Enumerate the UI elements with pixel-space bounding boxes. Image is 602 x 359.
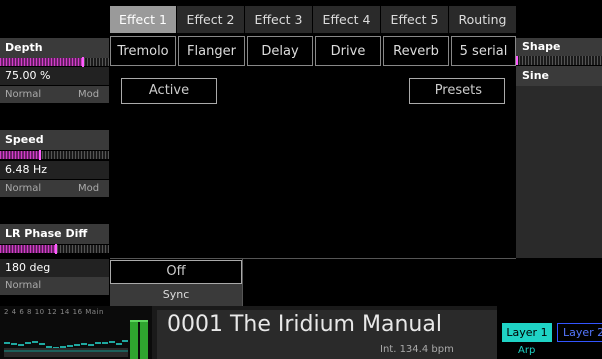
depth-mode[interactable]: Normal Mod	[0, 86, 109, 103]
speed-mode-mod[interactable]: Mod	[78, 180, 99, 197]
phase-mode-normal[interactable]: Normal	[5, 280, 41, 291]
depth-meter-marker	[82, 57, 84, 67]
depth-label: Depth	[0, 38, 109, 58]
tab-effect-3[interactable]: Effect 3	[245, 6, 312, 33]
effect-type-reverb[interactable]: Reverb	[383, 36, 449, 66]
layer-2-button[interactable]: Layer 2	[557, 323, 602, 342]
depth-mode-mod[interactable]: Mod	[78, 86, 99, 103]
shape-panel	[516, 86, 602, 258]
effect-tabs: Effect 1 Effect 2 Effect 3 Effect 4 Effe…	[110, 6, 516, 33]
active-button[interactable]: Active	[121, 78, 217, 104]
phase-value[interactable]: 180 deg	[0, 259, 109, 277]
shape-meter-marker	[516, 56, 518, 65]
speed-meter-fill	[0, 151, 39, 159]
tab-effect-5[interactable]: Effect 5	[381, 6, 448, 33]
off-button[interactable]: Off	[110, 260, 242, 284]
phase-label: LR Phase Diff	[0, 224, 109, 244]
effect-type-delay[interactable]: Delay	[247, 36, 313, 66]
layer-1-button[interactable]: Layer 1	[502, 323, 552, 342]
shape-meter[interactable]	[516, 56, 602, 65]
tab-routing[interactable]: Routing	[449, 6, 516, 33]
effect-type-flanger[interactable]: Flanger	[178, 36, 245, 66]
arp-indicator[interactable]: Arp	[518, 345, 535, 356]
speed-value[interactable]: 6.48 Hz	[0, 161, 109, 179]
tab-effect-2[interactable]: Effect 2	[177, 6, 244, 33]
phase-meter[interactable]	[0, 244, 109, 254]
sync-button[interactable]: Sync	[110, 284, 242, 306]
shape-value[interactable]: Sine	[516, 66, 602, 86]
phase-mode[interactable]: Normal	[0, 277, 109, 295]
speed-mode[interactable]: Normal Mod	[0, 180, 109, 197]
right-bottom-area	[516, 258, 602, 306]
divider	[242, 258, 243, 306]
level-scale-labels: 2 4 6 8 10 12 14 16 Main	[4, 308, 104, 316]
speed-meter-marker	[39, 150, 41, 160]
depth-value[interactable]: 75.00 %	[0, 67, 109, 85]
tempo-display[interactable]: Int. 134.4 bpm	[380, 344, 454, 355]
presets-button[interactable]: Presets	[409, 78, 505, 104]
phase-meter-fill	[0, 245, 55, 253]
speed-mode-normal[interactable]: Normal	[5, 183, 41, 194]
speed-meter[interactable]	[0, 150, 109, 160]
depth-meter[interactable]	[0, 57, 109, 67]
parameter-panel-left: Depth 75.00 % Normal Mod Speed 6.48 Hz N…	[0, 0, 109, 306]
phase-meter-marker	[55, 244, 57, 254]
effect-type-row: Tremolo Flanger Delay Drive Reverb 5 ser…	[110, 36, 516, 66]
effect-type-tremolo[interactable]: Tremolo	[110, 36, 176, 66]
effect-type-5-serial[interactable]: 5 serial	[451, 36, 516, 66]
tab-effect-1[interactable]: Effect 1	[110, 6, 176, 33]
depth-meter-fill	[0, 58, 82, 66]
depth-mode-normal[interactable]: Normal	[5, 89, 41, 100]
effect-type-drive[interactable]: Drive	[315, 36, 381, 66]
tab-effect-4[interactable]: Effect 4	[313, 6, 380, 33]
shape-label: Shape	[516, 38, 602, 56]
divider	[110, 258, 516, 259]
speed-label: Speed	[0, 130, 109, 150]
